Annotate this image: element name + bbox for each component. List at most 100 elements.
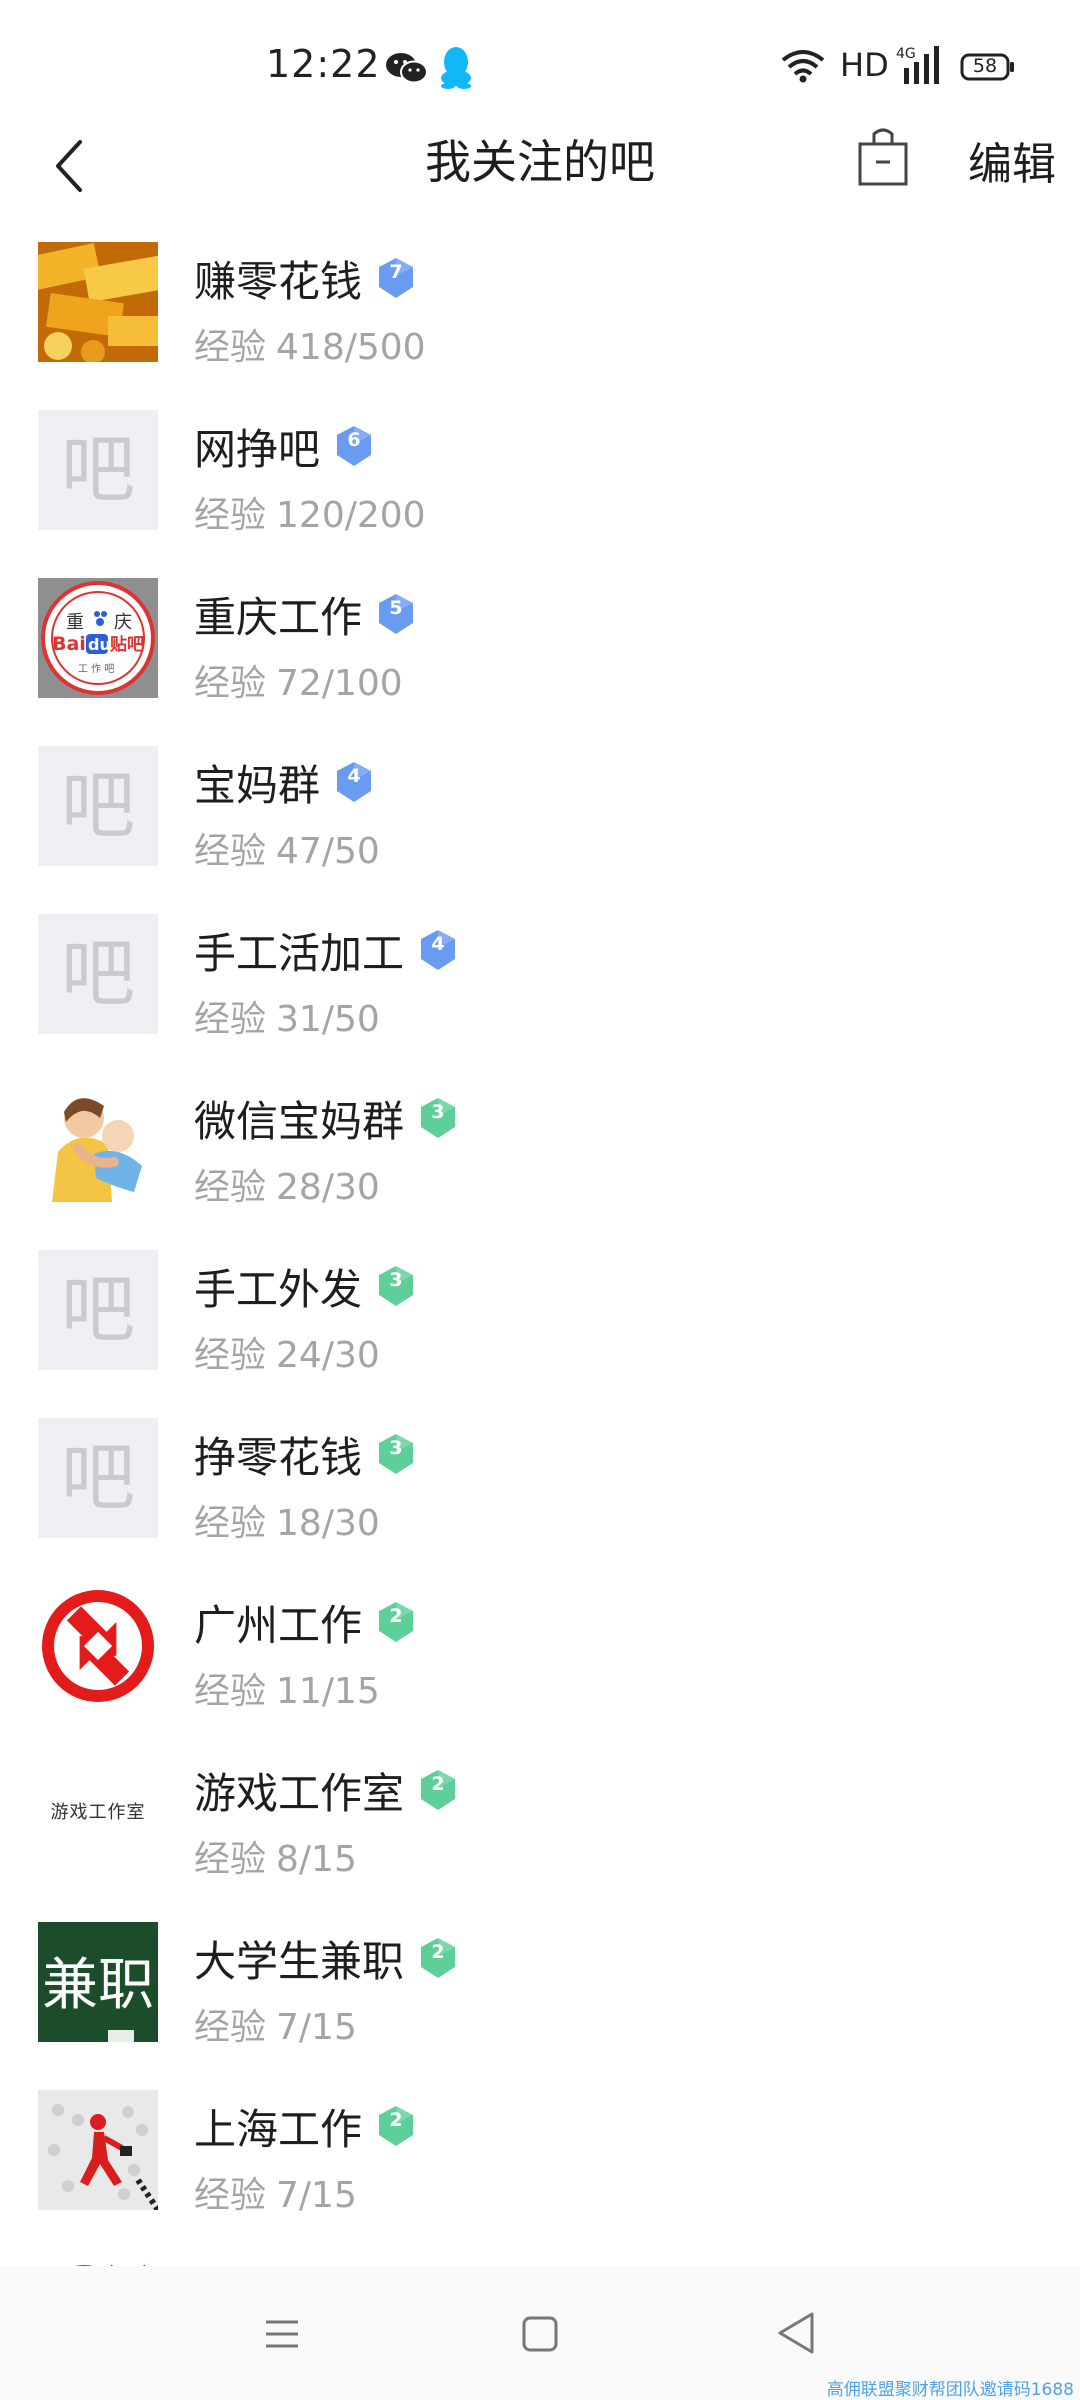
forum-list-item[interactable]: 吧 手工活加工 4 经验 31/50 — [0, 908, 1080, 1075]
forum-list-item[interactable]: 重 庆 Bai du 贴吧工 作 吧 重庆工作 5 经验 72/100 — [0, 572, 1080, 739]
exp-label: 经验 — [194, 1671, 267, 1712]
forum-name-row: 网挣吧 6 — [194, 416, 374, 476]
experience-text: 经验 28/30 — [194, 1158, 390, 1210]
level-number: 3 — [389, 1269, 403, 1291]
watermark: 高佣联盟聚财帮团队邀请码1688 — [826, 2380, 1074, 2400]
forum-list-item[interactable]: 广州工作 2 经验 11/15 — [0, 1580, 1080, 1747]
forum-list-item[interactable]: 微信宝妈群 3 经验 28/30 — [0, 1076, 1080, 1243]
signal-label: 4G — [896, 46, 916, 62]
forum-list-item[interactable]: 游戏工作室 游戏工作室 2 经验 8/15 — [0, 1748, 1080, 1915]
battery-level: 58 — [972, 55, 998, 77]
experience-text: 经验 47/50 — [194, 822, 390, 874]
level-badge: 3 — [376, 1432, 416, 1476]
forum-avatar — [38, 1082, 158, 1202]
exp-value: 418/500 — [276, 327, 426, 368]
forum-list-item[interactable]: 手工 — [0, 2252, 1080, 2266]
forum-name: 挣零花钱 — [194, 1432, 363, 1482]
forum-avatar: 吧 — [38, 410, 158, 530]
forum-avatar: 兼职 — [38, 1922, 158, 2042]
forum-name-row: 大学生兼职 2 — [194, 1928, 458, 1988]
exp-label: 经验 — [194, 1167, 267, 1208]
level-number: 2 — [431, 1941, 445, 1963]
forum-name: 上海工作 — [194, 2104, 363, 2154]
exp-label: 经验 — [194, 1839, 267, 1880]
experience-text: 经验 18/30 — [194, 1494, 390, 1546]
forum-list-item[interactable]: 上海工作 2 经验 7/15 — [0, 2084, 1080, 2251]
followed-forums-list: 赚零花钱 7 经验 418/500 吧网挣吧 6 经验 120/200 重庆 Bai du 贴吧工 作… — [0, 236, 1080, 2266]
level-badge: 4 — [334, 760, 374, 804]
exp-value: 72/100 — [276, 663, 403, 704]
experience-text: 经验 24/30 — [194, 1326, 390, 1378]
back-triangle-icon[interactable] — [776, 2310, 816, 2356]
thumb-text: 游戏工作室 — [50, 1802, 146, 1823]
system-nav-bar: 高佣联盟聚财帮团队邀请码1688 — [0, 2266, 1080, 2400]
forum-avatar: 吧 — [38, 1418, 158, 1538]
forum-name: 手工外发 — [194, 1264, 363, 1314]
wifi-icon — [781, 50, 825, 83]
forum-name: 网挣吧 — [194, 424, 321, 474]
forum-name: 重庆工作 — [194, 592, 363, 642]
forum-list-item[interactable]: 兼职 大学生兼职 2 经验 7/15 — [0, 1916, 1080, 2083]
page-title: 我关注的吧 — [425, 135, 655, 189]
status-time: 12:22 — [266, 42, 381, 86]
network-type: HD — [840, 46, 889, 84]
level-number: 2 — [389, 1605, 403, 1627]
level-badge: 2 — [376, 1600, 416, 1644]
edit-button[interactable]: 编辑 — [968, 128, 1056, 192]
baidu-text-4: du — [88, 635, 111, 654]
level-badge: 5 — [376, 592, 416, 636]
forum-list-item[interactable]: 吧 手工外发 3 经验 24/30 — [0, 1244, 1080, 1411]
menu-icon[interactable] — [262, 2314, 302, 2354]
forum-name-row: 广州工作 2 — [194, 1592, 416, 1652]
exp-label: 经验 — [194, 831, 267, 872]
forum-name-row: 手工活加工 4 — [194, 920, 458, 980]
exp-label: 经验 — [194, 2007, 267, 2048]
exp-value: 18/30 — [276, 1503, 380, 1544]
forum-avatar: 吧 — [38, 746, 158, 866]
baidu-text-2: 庆 — [114, 612, 132, 633]
forum-name: 宝妈群 — [194, 760, 321, 810]
wechat-icon — [386, 53, 428, 84]
level-number: 5 — [389, 597, 403, 619]
placeholder-char: 吧 — [61, 763, 135, 849]
header: 我关注的吧 编辑 — [0, 110, 1080, 240]
forum-list-item[interactable]: 吧 宝妈群 4 经验 47/50 — [0, 740, 1080, 907]
placeholder-char: 吧 — [61, 1267, 135, 1353]
forum-name-row: 重庆工作 5 — [194, 584, 416, 644]
forum-name-row: 游戏工作室 2 — [194, 1760, 458, 1820]
forum-list-item[interactable]: 赚零花钱 7 经验 418/500 — [0, 236, 1080, 403]
level-badge: 2 — [418, 1936, 458, 1980]
placeholder-char: 吧 — [61, 427, 135, 513]
forum-list-item[interactable]: 吧 网挣吧 6 经验 120/200 — [0, 404, 1080, 571]
experience-text: 经验 8/15 — [194, 1830, 367, 1882]
forum-avatar: 游戏工作室 — [38, 1754, 158, 1874]
home-icon[interactable] — [520, 2314, 560, 2354]
forum-name-row: 手工外发 3 — [194, 1256, 416, 1316]
exp-value: 7/15 — [276, 2175, 357, 2216]
forum-avatar: 吧 — [38, 914, 158, 1034]
level-badge: 2 — [418, 1768, 458, 1812]
level-number: 2 — [431, 1773, 445, 1795]
level-badge: 7 — [376, 256, 416, 300]
forum-name: 游戏工作室 — [194, 1768, 405, 1818]
bag-icon[interactable] — [854, 124, 912, 190]
thumb-text: 兼职 — [42, 1953, 154, 2018]
exp-value: 8/15 — [276, 1839, 357, 1880]
forum-list-item[interactable]: 吧 挣零花钱 3 经验 18/30 — [0, 1412, 1080, 1579]
forum-name: 手工活加工 — [194, 928, 405, 978]
exp-value: 47/50 — [276, 831, 380, 872]
baidu-text-5: 贴吧 — [110, 634, 144, 655]
level-number: 3 — [389, 1437, 403, 1459]
level-number: 2 — [389, 2109, 403, 2131]
experience-text: 经验 31/50 — [194, 990, 390, 1042]
signal-icon: 4G — [896, 46, 939, 84]
level-number: 4 — [347, 765, 361, 787]
experience-text: 经验 418/500 — [194, 318, 436, 370]
exp-value: 11/15 — [276, 1671, 380, 1712]
forum-avatar — [38, 1586, 158, 1706]
exp-value: 120/200 — [276, 495, 426, 536]
baidu-text-6: 工 作 吧 — [78, 663, 114, 675]
experience-text: 经验 11/15 — [194, 1662, 390, 1714]
experience-text: 经验 7/15 — [194, 2166, 367, 2218]
forum-name-row: 宝妈群 4 — [194, 752, 374, 812]
